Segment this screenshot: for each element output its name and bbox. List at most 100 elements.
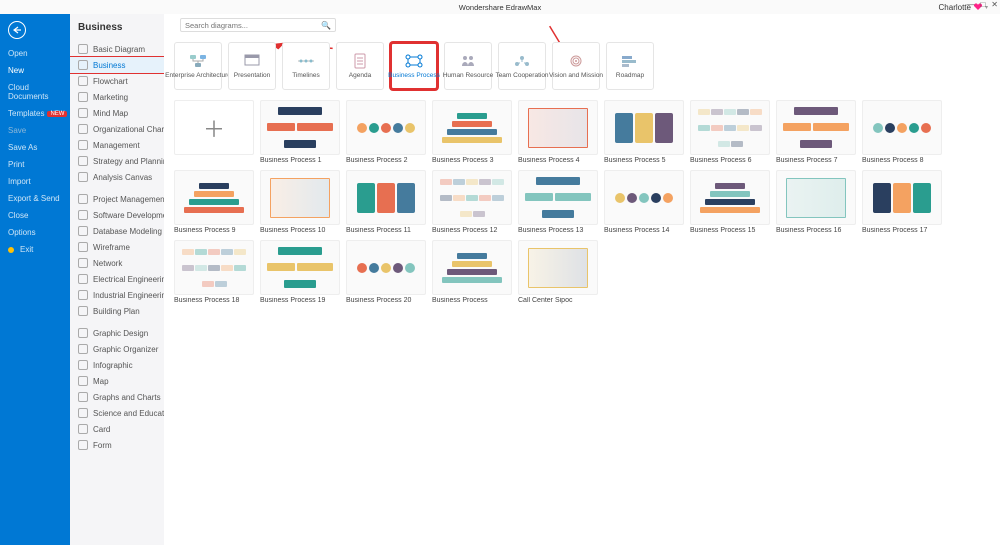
template-business-process-2[interactable]: Business Process 2 bbox=[346, 100, 426, 164]
sidebar-item-cloud-documents[interactable]: Cloud Documents bbox=[0, 79, 70, 105]
type-agenda[interactable]: Agenda bbox=[336, 42, 384, 90]
close-button[interactable]: ✕ bbox=[991, 0, 998, 9]
type-roadmap[interactable]: Roadmap bbox=[606, 42, 654, 90]
back-button[interactable] bbox=[8, 21, 26, 39]
template-blank[interactable]: ＋ bbox=[174, 100, 254, 164]
category-database-modeling[interactable]: Database Modeling bbox=[70, 223, 164, 239]
category-form[interactable]: Form bbox=[70, 437, 164, 453]
sidebar-item-import[interactable]: Import bbox=[0, 173, 70, 190]
template-business-process-15[interactable]: Business Process 15 bbox=[690, 170, 770, 234]
category-graphic-organizer[interactable]: Graphic Organizer bbox=[70, 341, 164, 357]
search-box[interactable]: 🔍 bbox=[180, 18, 336, 32]
template-thumb bbox=[346, 100, 426, 155]
category-network[interactable]: Network bbox=[70, 255, 164, 271]
category-sidebar: Business Basic DiagramBusiness Flowchart M… bbox=[70, 14, 164, 545]
category-basic-diagram[interactable]: Basic Diagram bbox=[70, 41, 164, 57]
sidebar-item-print[interactable]: Print bbox=[0, 156, 70, 173]
template-business-process-8[interactable]: Business Process 8 bbox=[862, 100, 942, 164]
template-business-process[interactable]: Business Process bbox=[432, 240, 512, 304]
template-thumb bbox=[690, 170, 770, 225]
template-business-process-7[interactable]: Business Process 7 bbox=[776, 100, 856, 164]
template-thumb bbox=[862, 100, 942, 155]
template-business-process-10[interactable]: Business Process 10 bbox=[260, 170, 340, 234]
template-name: Business Process 4 bbox=[518, 157, 598, 164]
template-business-process-3[interactable]: Business Process 3 bbox=[432, 100, 512, 164]
template-business-process-11[interactable]: Business Process 11 bbox=[346, 170, 426, 234]
template-business-process-19[interactable]: Business Process 19 bbox=[260, 240, 340, 304]
template-name: Business Process 3 bbox=[432, 157, 512, 164]
minimize-button[interactable]: — bbox=[966, 0, 974, 9]
category-software-development[interactable]: Software Development bbox=[70, 207, 164, 223]
template-business-process-13[interactable]: Business Process 13 bbox=[518, 170, 598, 234]
category-icon bbox=[78, 76, 88, 86]
search-icon[interactable]: 🔍 bbox=[321, 21, 331, 30]
type-business-process[interactable]: Business Process bbox=[390, 42, 438, 90]
category-label: Flowchart bbox=[93, 77, 128, 86]
template-business-process-18[interactable]: Business Process 18 bbox=[174, 240, 254, 304]
type-vision-and-mission[interactable]: Vision and Mission bbox=[552, 42, 600, 90]
category-icon bbox=[78, 44, 88, 54]
category-strategy-and-planning[interactable]: Strategy and Planning bbox=[70, 153, 164, 169]
category-label: Card bbox=[93, 425, 110, 434]
category-graphs-and-charts[interactable]: Graphs and Charts bbox=[70, 389, 164, 405]
maximize-button[interactable]: □ bbox=[980, 0, 985, 9]
sidebar-item-new[interactable]: New bbox=[0, 62, 70, 79]
template-business-process-14[interactable]: Business Process 14 bbox=[604, 170, 684, 234]
category-management[interactable]: Management bbox=[70, 137, 164, 153]
sidebar-item-options[interactable]: Options bbox=[0, 224, 70, 241]
category-industrial-engineering[interactable]: Industrial Engineering bbox=[70, 287, 164, 303]
template-business-process-4[interactable]: Business Process 4 bbox=[518, 100, 598, 164]
type-icon bbox=[458, 53, 478, 69]
template-name: Business Process 15 bbox=[690, 227, 770, 234]
type-team-cooperation[interactable]: Team Cooperation bbox=[498, 42, 546, 90]
category-flowchart[interactable]: Flowchart bbox=[70, 73, 164, 89]
category-science-and-education[interactable]: Science and Education bbox=[70, 405, 164, 421]
category-project-management[interactable]: Project Management bbox=[70, 191, 164, 207]
sidebar-item-export-send[interactable]: Export & Send bbox=[0, 190, 70, 207]
category-business[interactable]: Business bbox=[70, 57, 164, 73]
category-building-plan[interactable]: Building Plan bbox=[70, 303, 164, 319]
template-business-process-12[interactable]: Business Process 12 bbox=[432, 170, 512, 234]
category-icon bbox=[78, 258, 88, 268]
template-business-process-6[interactable]: Business Process 6 bbox=[690, 100, 770, 164]
template-business-process-20[interactable]: Business Process 20 bbox=[346, 240, 426, 304]
page-title: Business bbox=[70, 20, 164, 41]
template-business-process-17[interactable]: Business Process 17 bbox=[862, 170, 942, 234]
blank-thumb: ＋ bbox=[174, 100, 254, 155]
sidebar-item-open[interactable]: Open bbox=[0, 45, 70, 62]
category-analysis-canvas[interactable]: Analysis Canvas bbox=[70, 169, 164, 185]
category-icon bbox=[78, 306, 88, 316]
category-organizational-chart[interactable]: Organizational Chart bbox=[70, 121, 164, 137]
category-label: Database Modeling bbox=[93, 227, 162, 236]
type-icon bbox=[350, 53, 370, 69]
category-infographic[interactable]: Infographic bbox=[70, 357, 164, 373]
category-wireframe[interactable]: Wireframe bbox=[70, 239, 164, 255]
category-electrical-engineering[interactable]: Electrical Engineering bbox=[70, 271, 164, 287]
category-marketing[interactable]: Marketing bbox=[70, 89, 164, 105]
template-business-process-1[interactable]: Business Process 1 bbox=[260, 100, 340, 164]
template-thumb bbox=[432, 170, 512, 225]
type-timelines[interactable]: Timelines bbox=[282, 42, 330, 90]
category-label: Form bbox=[93, 441, 112, 450]
type-human-resource[interactable]: Human Resource bbox=[444, 42, 492, 90]
category-card[interactable]: Card bbox=[70, 421, 164, 437]
sidebar-item-templates[interactable]: TemplatesNEW bbox=[0, 105, 70, 122]
sidebar-item-save[interactable]: Save bbox=[0, 122, 70, 139]
category-label: Graphs and Charts bbox=[93, 393, 161, 402]
sidebar-item-close[interactable]: Close bbox=[0, 207, 70, 224]
sidebar-item-save-as[interactable]: Save As bbox=[0, 139, 70, 156]
template-business-process-5[interactable]: Business Process 5 bbox=[604, 100, 684, 164]
template-business-process-9[interactable]: Business Process 9 bbox=[174, 170, 254, 234]
template-thumb bbox=[432, 240, 512, 295]
category-map[interactable]: Map bbox=[70, 373, 164, 389]
template-call-center-sipoc[interactable]: Call Center Sipoc bbox=[518, 240, 598, 304]
search-input[interactable] bbox=[185, 21, 321, 30]
category-icon bbox=[78, 376, 88, 386]
category-icon bbox=[78, 92, 88, 102]
category-mind-map[interactable]: Mind Map bbox=[70, 105, 164, 121]
sidebar-item-exit[interactable]: Exit bbox=[0, 241, 70, 258]
type-enterprise-architecture[interactable]: Enterprise Architecture bbox=[174, 42, 222, 90]
template-business-process-16[interactable]: Business Process 16 bbox=[776, 170, 856, 234]
type-presentation[interactable]: Presentation bbox=[228, 42, 276, 90]
category-graphic-design[interactable]: Graphic Design bbox=[70, 325, 164, 341]
